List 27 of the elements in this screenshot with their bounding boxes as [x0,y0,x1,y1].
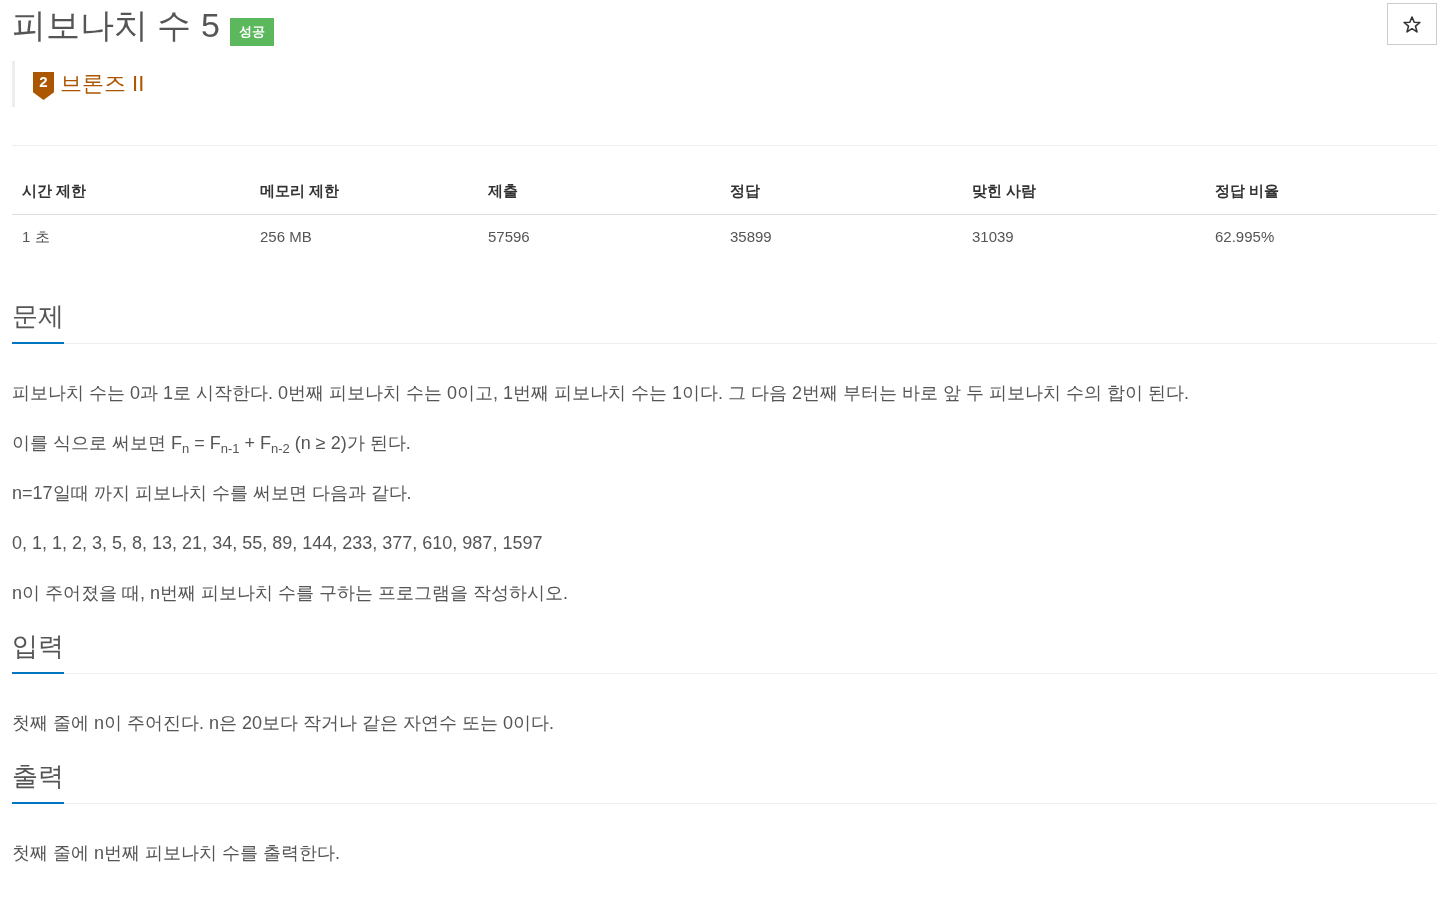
tier-label: 브론즈 II [60,70,145,98]
table-cell-text: 256 MB [259,227,313,247]
tier-badge: 2 [33,72,54,100]
table-cell-text: 57596 [487,227,531,247]
table-cell-text: 31039 [971,227,1015,247]
paragraph: 이를 식으로 써보면 F$_{n}$ = F$_{n-1}$ + F$_{n-2}$ (n ≥ 2)가 된다. [12,432,412,458]
table-cell-text: 62.995% [1214,227,1276,247]
column-header: 제출 [487,181,519,201]
table-cell-text: 35899 [729,227,773,247]
status-badge: 성공 [229,18,274,46]
paragraph: 0, 1, 1, 2, 3, 5, 8, 13, 21, 34, 55, 89, 144, 233, 377, 610, 987, 1597 [12,532,544,555]
paragraph: 첫째 줄에 n번째 피보나치 수를 출력한다. [12,842,342,865]
table-cell-text: 1 초 [21,227,51,247]
paragraph: 첫째 줄에 n이 주어진다. n은 20보다 작거나 같은 자연수 또는 0이다. [12,712,556,735]
section-heading: 입력 [12,628,64,674]
paragraph: n이 주어졌을 때, n번째 피보나치 수를 구하는 프로그램을 작성하시오. [12,582,570,605]
column-header: 메모리 제한 [259,181,341,201]
paragraph: 피보나치 수는 0과 1로 시작한다. 0번째 피보나치 수는 0이고, 1번째 피보나치 수는 1이다. 그 다음 2번째 부터는 바로 앞 두 피보나치 수의 합이 된다. [12,382,1191,405]
column-header: 정답 비율 [1214,181,1281,201]
favorite-button[interactable] [1387,3,1437,45]
column-header: 정답 [729,181,761,201]
section-heading: 문제 [12,298,64,344]
problem-title: 피보나치 수 5 [12,5,220,45]
column-header: 시간 제한 [21,181,88,201]
section-heading: 출력 [12,758,64,804]
paragraph: n=17일때 까지 피보나치 수를 써보면 다음과 같다. [12,482,413,505]
column-header: 맞힌 사람 [971,181,1038,201]
